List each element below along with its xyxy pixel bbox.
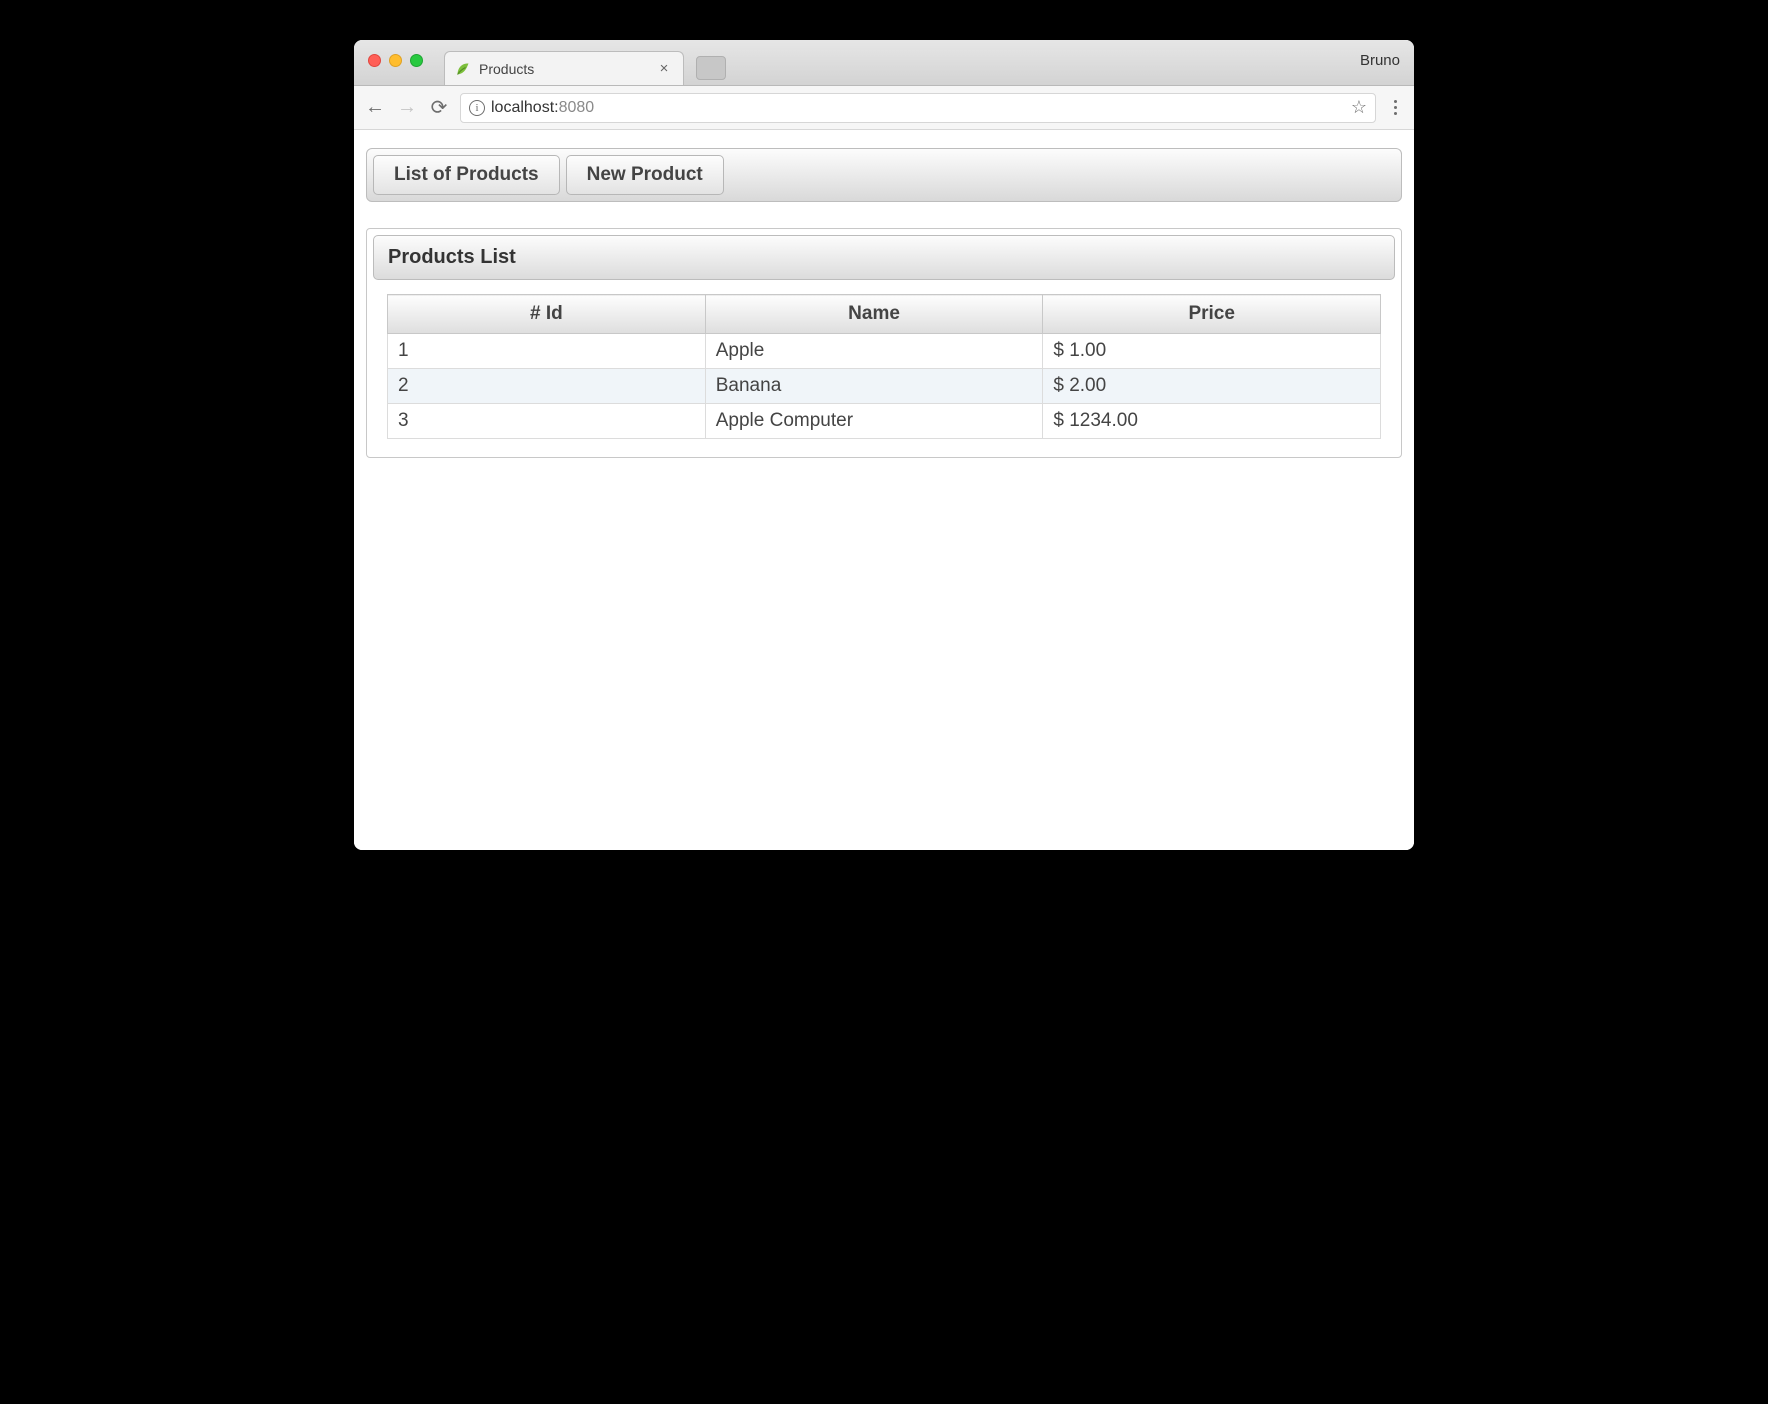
spring-leaf-icon xyxy=(455,61,471,77)
reload-button[interactable]: ⟳ xyxy=(428,95,450,120)
window-minimize-button[interactable] xyxy=(389,54,402,67)
cell-name: Apple xyxy=(705,334,1043,369)
browser-menu-button[interactable] xyxy=(1386,100,1404,115)
app-menubar: List of Products New Product xyxy=(366,148,1402,202)
products-panel: Products List # Id Name Price 1Apple$ 1.… xyxy=(366,228,1402,458)
browser-toolbar: ← → ⟳ i localhost:8080 ☆ xyxy=(354,86,1414,130)
url-text: localhost:8080 xyxy=(491,99,594,117)
table-header-row: # Id Name Price xyxy=(388,295,1381,334)
page-content: List of Products New Product Products Li… xyxy=(354,130,1414,850)
cell-id: 2 xyxy=(388,369,706,404)
table-row: 2Banana$ 2.00 xyxy=(388,369,1381,404)
cell-id: 1 xyxy=(388,334,706,369)
table-body: 1Apple$ 1.002Banana$ 2.003Apple Computer… xyxy=(388,334,1381,439)
tab-title: Products xyxy=(479,61,655,77)
address-bar[interactable]: i localhost:8080 ☆ xyxy=(460,93,1376,123)
col-header-price: Price xyxy=(1043,295,1381,334)
cell-name: Banana xyxy=(705,369,1043,404)
tab-close-icon[interactable]: × xyxy=(655,60,673,77)
products-table: # Id Name Price 1Apple$ 1.002Banana$ 2.0… xyxy=(387,294,1381,439)
forward-button[interactable]: → xyxy=(396,96,418,119)
cell-price: $ 2.00 xyxy=(1043,369,1381,404)
list-products-button[interactable]: List of Products xyxy=(373,155,560,195)
site-info-icon[interactable]: i xyxy=(469,100,485,116)
browser-window: Products × Bruno ← → ⟳ i localhost:8080 … xyxy=(354,40,1414,850)
browser-tab[interactable]: Products × xyxy=(444,51,684,85)
url-port: 8080 xyxy=(559,99,595,116)
window-controls xyxy=(368,54,423,67)
new-product-button[interactable]: New Product xyxy=(566,155,724,195)
col-header-name: Name xyxy=(705,295,1043,334)
table-row: 3Apple Computer$ 1234.00 xyxy=(388,404,1381,439)
window-zoom-button[interactable] xyxy=(410,54,423,67)
cell-price: $ 1.00 xyxy=(1043,334,1381,369)
cell-id: 3 xyxy=(388,404,706,439)
col-header-id: # Id xyxy=(388,295,706,334)
bookmark-star-icon[interactable]: ☆ xyxy=(1351,97,1367,118)
window-close-button[interactable] xyxy=(368,54,381,67)
back-button[interactable]: ← xyxy=(364,96,386,119)
new-tab-button[interactable] xyxy=(696,56,726,80)
cell-price: $ 1234.00 xyxy=(1043,404,1381,439)
profile-label[interactable]: Bruno xyxy=(1360,52,1400,69)
title-bar: Products × Bruno xyxy=(354,40,1414,86)
panel-title: Products List xyxy=(373,235,1395,280)
table-row: 1Apple$ 1.00 xyxy=(388,334,1381,369)
cell-name: Apple Computer xyxy=(705,404,1043,439)
url-host: localhost: xyxy=(491,99,559,116)
